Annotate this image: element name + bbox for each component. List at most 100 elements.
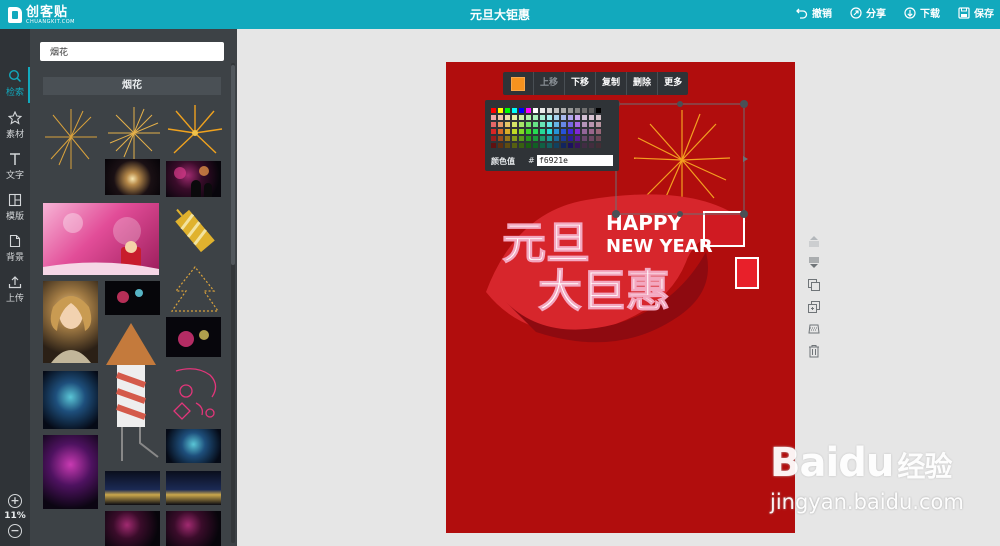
color-cell[interactable] — [546, 135, 553, 142]
city-firework-photo-2[interactable] — [166, 471, 221, 505]
color-cell[interactable] — [588, 121, 595, 128]
color-cell[interactable] — [539, 128, 546, 135]
color-cell[interactable] — [504, 142, 511, 149]
color-cell[interactable] — [567, 128, 574, 135]
color-cell[interactable] — [595, 135, 602, 142]
color-cell[interactable] — [588, 114, 595, 121]
panel-scrollbar-thumb[interactable] — [231, 65, 235, 265]
trash-button[interactable] — [805, 344, 823, 362]
color-cell[interactable] — [497, 142, 504, 149]
color-cell[interactable] — [504, 114, 511, 121]
send-backward-button[interactable] — [805, 256, 823, 274]
color-cell[interactable] — [553, 121, 560, 128]
move-up-button[interactable]: 上移 — [533, 72, 564, 95]
color-cell[interactable] — [490, 128, 497, 135]
color-cell[interactable] — [595, 114, 602, 121]
color-cell[interactable] — [560, 142, 567, 149]
firework-photo-1[interactable] — [105, 159, 160, 195]
color-cell[interactable] — [525, 121, 532, 128]
app-logo[interactable]: 创客贴 CHUANGKIT.COM — [8, 4, 75, 26]
firework-photo-9[interactable] — [166, 511, 221, 546]
copy-button[interactable] — [805, 278, 823, 296]
color-cell[interactable] — [518, 107, 525, 114]
woman-photo[interactable] — [43, 281, 98, 363]
color-cell[interactable] — [567, 107, 574, 114]
color-cell[interactable] — [581, 107, 588, 114]
color-cell[interactable] — [525, 128, 532, 135]
color-cell[interactable] — [490, 114, 497, 121]
color-cell[interactable] — [511, 114, 518, 121]
color-swatch-grid[interactable] — [490, 107, 602, 149]
color-cell[interactable] — [525, 107, 532, 114]
color-cell[interactable] — [511, 142, 518, 149]
color-cell[interactable] — [497, 128, 504, 135]
color-cell[interactable] — [504, 135, 511, 142]
tree-firework-asset[interactable] — [166, 265, 224, 315]
firework-photo-8[interactable] — [105, 511, 160, 546]
color-cell[interactable] — [497, 114, 504, 121]
color-cell[interactable] — [546, 107, 553, 114]
color-cell[interactable] — [560, 121, 567, 128]
color-cell[interactable] — [595, 121, 602, 128]
color-cell[interactable] — [588, 128, 595, 135]
color-cell[interactable] — [511, 107, 518, 114]
eraser-button[interactable] — [805, 322, 823, 340]
save-button[interactable]: 保存 — [958, 5, 994, 20]
color-cell[interactable] — [518, 128, 525, 135]
rail-item-template[interactable]: 模版 — [0, 189, 30, 227]
color-cell[interactable] — [518, 142, 525, 149]
color-cell[interactable] — [511, 135, 518, 142]
color-cell[interactable] — [574, 121, 581, 128]
color-cell[interactable] — [560, 128, 567, 135]
city-firework-photo[interactable] — [105, 471, 160, 505]
selected-firework[interactable] — [633, 110, 731, 208]
firework-photo-7[interactable] — [166, 429, 221, 463]
share-button[interactable]: 分享 — [850, 5, 886, 20]
undo-button[interactable]: 撤销 — [796, 5, 832, 20]
color-cell[interactable] — [581, 135, 588, 142]
color-cell[interactable] — [518, 114, 525, 121]
duplicate-button[interactable]: 复制 — [595, 72, 626, 95]
color-cell[interactable] — [574, 128, 581, 135]
color-cell[interactable] — [553, 107, 560, 114]
color-value-input[interactable] — [537, 155, 613, 166]
paste-button[interactable] — [805, 300, 823, 318]
rail-item-background[interactable]: 背景 — [0, 230, 30, 268]
firework-asset-2[interactable] — [106, 103, 162, 163]
color-cell[interactable] — [518, 121, 525, 128]
firework-photo-5[interactable] — [43, 371, 98, 429]
color-cell[interactable] — [532, 107, 539, 114]
color-cell[interactable] — [574, 135, 581, 142]
zoom-out-button[interactable]: − — [8, 524, 22, 538]
firework-photo-3[interactable] — [105, 281, 160, 315]
firework-photo-4[interactable] — [166, 317, 221, 357]
color-cell[interactable] — [532, 114, 539, 121]
color-swatch-button[interactable] — [511, 76, 525, 91]
color-cell[interactable] — [574, 114, 581, 121]
color-cell[interactable] — [490, 107, 497, 114]
rail-item-assets[interactable]: 素材 — [0, 107, 30, 145]
download-button[interactable]: 下载 — [904, 5, 940, 20]
color-cell[interactable] — [490, 135, 497, 142]
color-cell[interactable] — [490, 121, 497, 128]
zoom-in-button[interactable]: + — [8, 494, 22, 508]
color-cell[interactable] — [539, 107, 546, 114]
new-year-background[interactable] — [43, 203, 159, 275]
color-cell[interactable] — [532, 142, 539, 149]
firework-photo-6[interactable] — [43, 435, 98, 509]
color-cell[interactable] — [553, 142, 560, 149]
color-cell[interactable] — [497, 135, 504, 142]
color-cell[interactable] — [546, 121, 553, 128]
color-cell[interactable] — [560, 107, 567, 114]
color-cell[interactable] — [525, 135, 532, 142]
firework-asset-3[interactable] — [166, 103, 224, 159]
color-cell[interactable] — [553, 135, 560, 142]
color-cell[interactable] — [525, 114, 532, 121]
move-down-button[interactable]: 下移 — [564, 72, 595, 95]
color-cell[interactable] — [595, 128, 602, 135]
color-cell[interactable] — [532, 128, 539, 135]
color-cell[interactable] — [525, 142, 532, 149]
color-cell[interactable] — [567, 114, 574, 121]
color-cell[interactable] — [539, 121, 546, 128]
color-cell[interactable] — [567, 142, 574, 149]
